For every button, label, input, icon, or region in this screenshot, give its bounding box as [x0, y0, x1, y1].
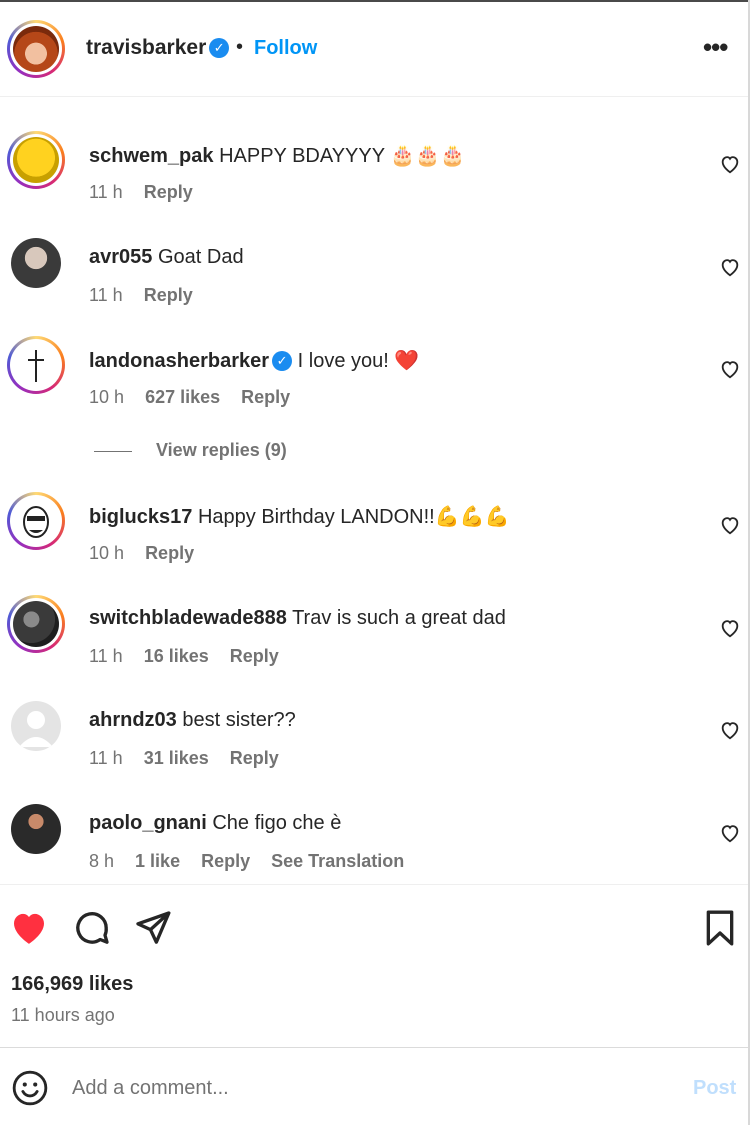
- add-comment-input[interactable]: [72, 1070, 672, 1106]
- comment-body: I love you! ❤️: [297, 350, 420, 372]
- comment-body: Trav is such a great dad: [292, 607, 506, 629]
- like-comment-heart-icon[interactable]: [719, 617, 741, 639]
- see-translation-button[interactable]: See Translation: [271, 851, 404, 871]
- like-comment-heart-icon[interactable]: [719, 358, 741, 380]
- comment-likes[interactable]: 31 likes: [144, 748, 209, 768]
- follow-button[interactable]: Follow: [254, 37, 317, 60]
- commenter-username[interactable]: landonasherbarker: [89, 350, 269, 372]
- comment-row: ahrndz03 best sister?? 11 h 31 likes Rep…: [0, 697, 748, 787]
- commenter-username[interactable]: biglucks17: [89, 506, 192, 528]
- replies-line: [94, 451, 132, 452]
- like-heart-icon[interactable]: [9, 908, 49, 948]
- more-options-icon[interactable]: •••: [703, 32, 728, 63]
- share-send-icon[interactable]: [133, 908, 173, 948]
- comment-row: landonasherbarker ✓ I love you! ❤️ 10 h 6…: [0, 336, 748, 426]
- comment-text: biglucks17 Happy Birthday LANDON!!💪💪💪: [89, 504, 509, 529]
- commenter-username[interactable]: avr055: [89, 246, 152, 268]
- verified-badge-icon: ✓: [209, 38, 230, 58]
- commenter-avatar[interactable]: [7, 131, 65, 189]
- comment-row: paolo_gnani Che figo che è 8 h 1 like Re…: [0, 800, 748, 890]
- comment-text: ahrndz03 best sister??: [89, 709, 296, 732]
- header-divider: [0, 96, 748, 97]
- comment-meta: 11 h 16 likes Reply: [89, 646, 295, 667]
- like-comment-heart-icon[interactable]: [719, 514, 741, 536]
- reply-button[interactable]: Reply: [144, 285, 193, 305]
- emoji-smiley-icon[interactable]: [11, 1069, 49, 1107]
- comment-meta: 11 h Reply: [89, 285, 209, 306]
- reply-button[interactable]: Reply: [144, 182, 193, 202]
- reply-button[interactable]: Reply: [230, 646, 279, 666]
- verified-badge-icon: ✓: [272, 351, 293, 371]
- comment-text: avr055 Goat Dad: [89, 246, 244, 269]
- post-comment-button[interactable]: Post: [693, 1077, 736, 1100]
- view-replies-label: View replies (9): [156, 440, 287, 460]
- comment-time: 11 h: [89, 646, 123, 666]
- like-comment-heart-icon[interactable]: [719, 153, 741, 175]
- comment-likes[interactable]: 16 likes: [144, 646, 209, 666]
- comment-time: 11 h: [89, 748, 123, 768]
- comment-row: schwem_pak HAPPY BDAYYYY 🎂🎂🎂 11 h Reply: [0, 131, 748, 221]
- comment-text: landonasherbarker ✓ I love you! ❤️: [89, 348, 419, 373]
- post-timestamp: 11 hours ago: [11, 1005, 115, 1025]
- commenter-avatar[interactable]: [11, 238, 61, 288]
- comment-box-divider: [0, 1047, 748, 1048]
- like-comment-heart-icon[interactable]: [719, 719, 741, 741]
- comment-time: 8 h: [89, 851, 115, 871]
- comment-row: biglucks17 Happy Birthday LANDON!!💪💪💪 10…: [0, 492, 748, 582]
- comment-body: Che figo che è: [212, 812, 342, 834]
- post-likes-count[interactable]: 166,969 likes: [11, 973, 133, 996]
- comment-text: schwem_pak HAPPY BDAYYYY 🎂🎂🎂: [89, 143, 465, 168]
- like-comment-heart-icon[interactable]: [719, 822, 741, 844]
- commenter-username[interactable]: switchbladewade888: [89, 607, 287, 629]
- comment-likes[interactable]: 1 like: [135, 851, 180, 871]
- commenter-avatar[interactable]: [11, 804, 61, 854]
- commenter-username[interactable]: paolo_gnani: [89, 812, 207, 834]
- commenter-username[interactable]: schwem_pak: [89, 145, 214, 167]
- separator-dot: •: [236, 36, 244, 58]
- commenter-avatar[interactable]: [11, 701, 61, 751]
- comment-body: HAPPY BDAYYYY 🎂🎂🎂: [219, 145, 465, 167]
- reply-button[interactable]: Reply: [241, 387, 290, 407]
- comment-meta: 11 h 31 likes Reply: [89, 748, 295, 769]
- commenter-username[interactable]: ahrndz03: [89, 709, 177, 731]
- comment-likes[interactable]: 627 likes: [145, 387, 220, 407]
- comment-body: Goat Dad: [157, 246, 244, 268]
- comment-body: best sister??: [182, 709, 296, 731]
- comment-row: avr055 Goat Dad 11 h Reply: [0, 234, 748, 324]
- comment-meta: 8 h 1 like Reply See Translation: [89, 851, 420, 872]
- comment-meta: 10 h 627 likes Reply: [89, 387, 306, 408]
- comment-body: Happy Birthday LANDON!!💪💪💪: [197, 506, 510, 528]
- author-username[interactable]: travisbarker ✓: [86, 36, 230, 60]
- comment-meta: 11 h Reply: [89, 182, 209, 203]
- comment-time: 11 h: [89, 182, 123, 202]
- reply-button[interactable]: Reply: [201, 851, 250, 871]
- comment-bubble-icon[interactable]: [72, 908, 112, 948]
- comment-text: switchbladewade888 Trav is such a great …: [89, 607, 506, 630]
- post-header: travisbarker ✓ • Follow •••: [0, 2, 748, 96]
- comment-meta: 10 h Reply: [89, 543, 210, 564]
- author-avatar[interactable]: [7, 20, 65, 78]
- commenter-avatar[interactable]: [7, 492, 65, 550]
- reply-button[interactable]: Reply: [145, 543, 194, 563]
- like-comment-heart-icon[interactable]: [719, 256, 741, 278]
- comment-text: paolo_gnani Che figo che è: [89, 812, 341, 835]
- commenter-avatar[interactable]: [7, 336, 65, 394]
- reply-button[interactable]: Reply: [230, 748, 279, 768]
- save-bookmark-icon[interactable]: [700, 908, 740, 948]
- comment-time: 11 h: [89, 285, 123, 305]
- comment-time: 10 h: [89, 387, 125, 407]
- commenter-avatar[interactable]: [7, 595, 65, 653]
- comment-row: switchbladewade888 Trav is such a great …: [0, 595, 748, 685]
- comment-time: 10 h: [89, 543, 125, 563]
- actions-divider: [0, 884, 748, 885]
